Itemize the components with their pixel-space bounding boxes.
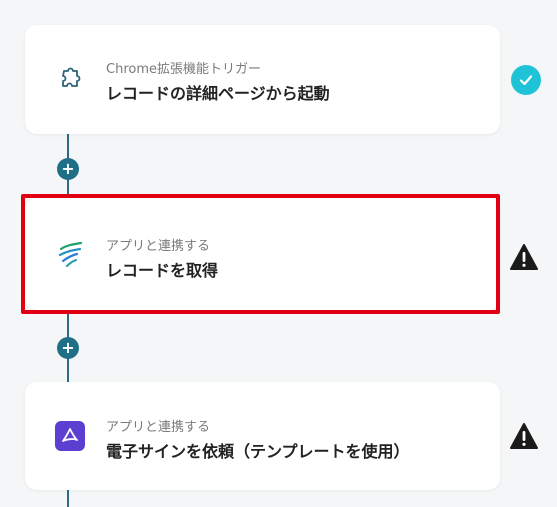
add-step-button[interactable]: + <box>57 337 79 359</box>
connector-line <box>67 490 69 507</box>
warning-icon <box>509 421 539 451</box>
step-title: 電子サインを依頼（テンプレートを使用） <box>106 442 410 461</box>
puzzle-icon <box>52 62 88 98</box>
selected-step-highlight <box>21 194 500 314</box>
flow-step-card[interactable]: アプリと連携する 電子サインを依頼（テンプレートを使用） <box>25 382 500 490</box>
step-title: レコードの詳細ページから起動 <box>106 84 330 103</box>
acrobat-sign-icon <box>52 418 88 454</box>
check-icon <box>511 65 541 95</box>
step-subtitle: アプリと連携する <box>106 420 211 435</box>
flow-step-card[interactable]: Chrome拡張機能トリガー レコードの詳細ページから起動 <box>25 25 500 134</box>
warning-icon <box>509 242 539 272</box>
step-subtitle: Chrome拡張機能トリガー <box>106 62 261 77</box>
add-step-button[interactable]: + <box>57 158 79 180</box>
